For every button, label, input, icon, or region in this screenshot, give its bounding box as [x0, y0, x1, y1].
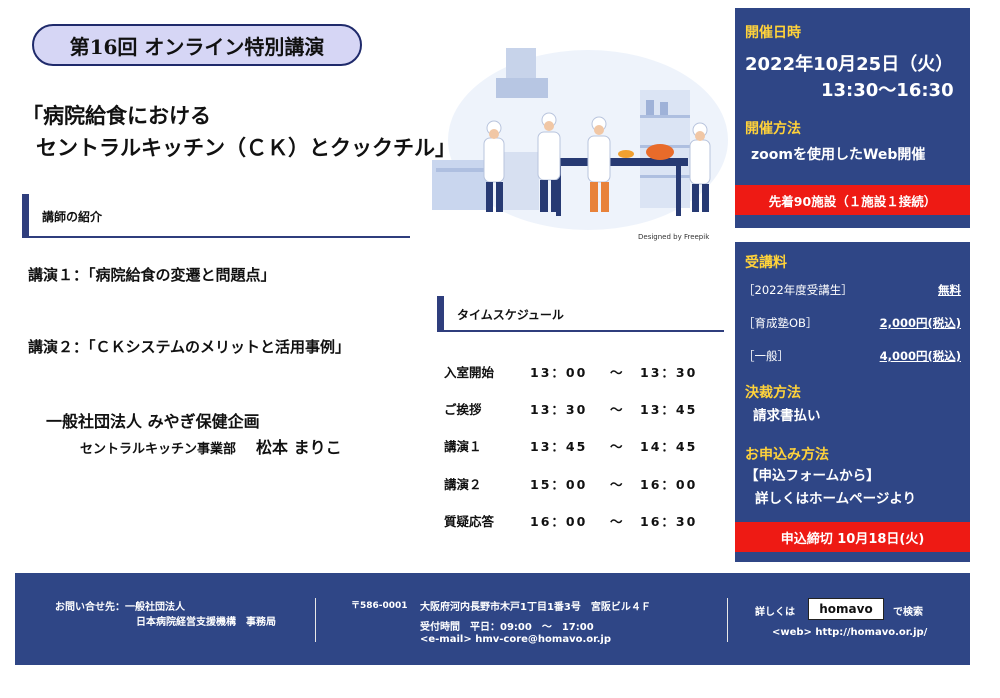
footer-divider: [315, 598, 316, 642]
deadline-banner: 申込締切 10月18日(火): [735, 522, 970, 552]
fee-category: ［育成塾OB］: [743, 316, 818, 330]
apply-form-note: 【申込フォームから】: [745, 468, 880, 484]
speaker-section-header: 講師の紹介: [22, 194, 410, 238]
fee-row: ［2022年度受講生］ 無料: [743, 282, 961, 300]
fee-row: ［一般］ 4,000円(税込): [743, 348, 961, 366]
schedule-end-time: 13：45: [640, 402, 698, 417]
fee-amount: 4,000円(税込): [879, 349, 961, 363]
schedule-row: 講演２ 15：00 〜 16：00: [444, 474, 734, 494]
schedule-separator: 〜: [610, 402, 623, 417]
section-accent-bar: [437, 296, 444, 332]
contact-label: お問い合せ先：一般社団法人: [55, 602, 185, 613]
lecture-title-line-1: 「病院給食における: [22, 103, 211, 128]
method-heading: 開催方法: [745, 121, 801, 137]
section-accent-bar: [22, 194, 29, 238]
capacity-banner: 先着90施設（１施設１接続）: [735, 185, 970, 215]
event-badge: 第16回 オンライン特別講演: [32, 24, 362, 66]
fee-heading: 受講料: [745, 255, 787, 271]
illustration-credit: Designed by Freepik: [638, 233, 710, 241]
contact-organization: 日本病院経営支援機構 事務局: [136, 617, 276, 628]
postal-code: 〒586-0001: [351, 601, 408, 611]
speaker-name: 松本 まりこ: [256, 438, 342, 457]
event-time: 13:30〜16:30: [821, 80, 954, 101]
schedule-row: ご挨拶 13：30 〜 13：45: [444, 399, 734, 419]
fee-amount: 無料: [938, 283, 961, 297]
fee-amount: 2,000円(税込): [879, 316, 961, 330]
schedule-separator: 〜: [610, 477, 623, 492]
schedule-end-time: 14：45: [640, 439, 698, 454]
speaker-organization: 一般社団法人 みやぎ保健企画: [46, 412, 260, 431]
lecture-1-title: 講演１：「病院給食の変遷と問題点」: [28, 266, 276, 284]
search-prefix: 詳しくは: [755, 607, 795, 618]
schedule-section-heading: タイムスケジュール: [457, 308, 564, 322]
schedule-item-label: ご挨拶: [444, 402, 482, 417]
schedule-end-time: 16：00: [640, 477, 698, 492]
schedule-item-label: 入室開始: [444, 365, 495, 380]
fee-category: ［一般］: [743, 349, 789, 363]
schedule-start-time: 15：00: [530, 477, 588, 492]
contact-footer: お問い合せ先：一般社団法人 日本病院経営支援機構 事務局 〒586-0001 大…: [15, 573, 970, 665]
schedule-end-time: 16：30: [640, 514, 698, 529]
lecture-2-title: 講演２：「ＣＫシステムのメリットと活用事例」: [28, 338, 351, 356]
speaker-department-line: セントラルキッチン事業部 松本 まりこ: [80, 434, 342, 458]
event-method: zoomを使用したWeb開催: [751, 147, 926, 163]
schedule-start-time: 13：00: [530, 365, 588, 380]
schedule-start-time: 13：45: [530, 439, 588, 454]
apply-heading: お申込み方法: [745, 447, 829, 463]
schedule-item-label: 講演２: [444, 477, 482, 492]
section-underline: [22, 236, 410, 238]
schedule-item-label: 講演１: [444, 439, 482, 454]
schedule-separator: 〜: [610, 365, 623, 380]
event-info-panel: 開催日時 2022年10月25日（火） 13:30〜16:30 開催方法 zoo…: [735, 8, 970, 228]
lecture-title-line-2: セントラルキッチン（ＣＫ）とクックチル」: [36, 135, 456, 160]
event-date: 2022年10月25日（火）: [745, 54, 954, 75]
fee-info-panel: 受講料 ［2022年度受講生］ 無料 ［育成塾OB］ 2,000円(税込) ［一…: [735, 242, 970, 562]
speaker-department: セントラルキッチン事業部: [80, 442, 237, 457]
website-url[interactable]: <web> http://homavo.or.jp/: [772, 627, 927, 638]
date-heading: 開催日時: [745, 25, 801, 41]
schedule-separator: 〜: [610, 439, 623, 454]
speaker-section-heading: 講師の紹介: [42, 210, 103, 224]
office-hours: 受付時間 平日：09:00 〜 17:00: [420, 622, 594, 633]
schedule-row: 質疑応答 16：00 〜 16：30: [444, 511, 734, 531]
schedule-row: 入室開始 13：00 〜 13：30: [444, 362, 734, 382]
schedule-row: 講演１ 13：45 〜 14：45: [444, 436, 734, 456]
search-suffix: で検索: [893, 607, 923, 618]
fee-row: ［育成塾OB］ 2,000円(税込): [743, 315, 961, 333]
schedule-end-time: 13：30: [640, 365, 698, 380]
search-keyword-box[interactable]: homavo: [808, 598, 884, 620]
payment-method: 請求書払い: [753, 408, 821, 424]
schedule-separator: 〜: [610, 514, 623, 529]
apply-homepage-note: 詳しくはホームページより: [755, 491, 917, 507]
payment-heading: 決裁方法: [745, 385, 801, 401]
schedule-section-header: タイムスケジュール: [437, 296, 724, 332]
kitchen-illustration: [428, 40, 728, 230]
footer-divider: [727, 598, 728, 642]
schedule-start-time: 16：00: [530, 514, 588, 529]
section-underline: [437, 330, 724, 332]
schedule-start-time: 13：30: [530, 402, 588, 417]
schedule-item-label: 質疑応答: [444, 514, 495, 529]
address: 大阪府河内長野市木戸1丁目1番3号 宮阪ビル４Ｆ: [420, 602, 651, 613]
fee-category: ［2022年度受講生］: [743, 283, 853, 297]
contact-email[interactable]: <e-mail> hmv-core@homavo.or.jp: [420, 634, 611, 645]
